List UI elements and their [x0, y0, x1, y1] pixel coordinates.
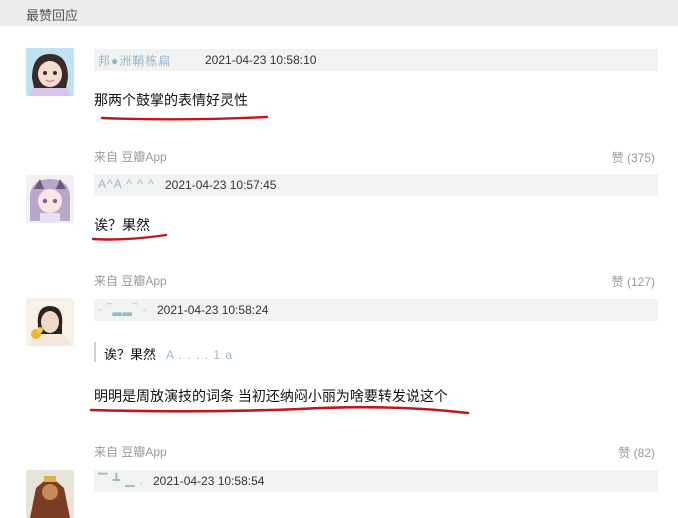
comment-time: 2021-04-23 10:57:45 — [165, 178, 277, 192]
comment-meta: ▔ ┻ ▁ . 2021-04-23 10:58:54 — [94, 470, 658, 492]
comment-source: 来自 豆瓣App — [94, 150, 167, 164]
annotation-underlines — [89, 115, 470, 415]
username-link[interactable]: · ‾▂▂‾ · — [98, 302, 147, 316]
underline-annotation — [91, 233, 168, 241]
avatar[interactable] — [26, 175, 74, 223]
user-avatar-icon — [26, 48, 74, 96]
comment-source: 来自 豆瓣App — [94, 445, 167, 459]
comment-meta: · ‾▂▂‾ · 2021-04-23 10:58:24 — [94, 299, 658, 321]
avatar[interactable] — [26, 298, 74, 346]
comment-text: 那两个鼓掌的表情好灵性 — [94, 92, 248, 108]
comment-meta: 邦●洲鞘栋扁 2021-04-23 10:58:10 — [94, 49, 658, 71]
quote-bar — [94, 342, 96, 362]
like-button[interactable]: 赞 (127) — [585, 273, 655, 290]
section-header: 最赞回应 — [0, 0, 678, 26]
user-avatar-icon — [26, 298, 74, 346]
username-link[interactable]: ▔ ┻ ▁ . — [98, 473, 144, 487]
user-avatar-icon — [26, 175, 74, 223]
like-button[interactable]: 赞 (375) — [585, 149, 655, 166]
comment-time: 2021-04-23 10:58:54 — [153, 474, 265, 488]
username-link[interactable]: A^A ^ ^ ^ — [98, 177, 155, 191]
like-button[interactable]: 赞 (82) — [585, 444, 655, 461]
avatar[interactable] — [26, 48, 74, 96]
quoted-comment: 诶？果然 A . . . . 1 a — [104, 344, 233, 363]
comment-meta: A^A ^ ^ ^ 2021-04-23 10:57:45 — [94, 174, 658, 196]
quoted-username[interactable]: A . . . . 1 a — [166, 348, 233, 362]
user-avatar-icon — [26, 470, 74, 518]
comment-time: 2021-04-23 10:58:10 — [205, 53, 317, 67]
comment-text: 明明是周放演技的词条 当初还纳闷小丽为啥要转发说这个 — [94, 388, 448, 404]
underline-annotation — [100, 115, 269, 121]
comment-text: 诶？果然 — [94, 217, 150, 233]
section-title: 最赞回应 — [26, 8, 79, 23]
quoted-text: 诶？果然 — [104, 347, 157, 362]
comment-source: 来自 豆瓣App — [94, 274, 167, 288]
username-link[interactable]: 邦●洲鞘栋扁 — [98, 52, 171, 69]
avatar[interactable] — [26, 470, 74, 518]
underline-annotation — [89, 405, 470, 415]
comment-time: 2021-04-23 10:58:24 — [157, 303, 269, 317]
